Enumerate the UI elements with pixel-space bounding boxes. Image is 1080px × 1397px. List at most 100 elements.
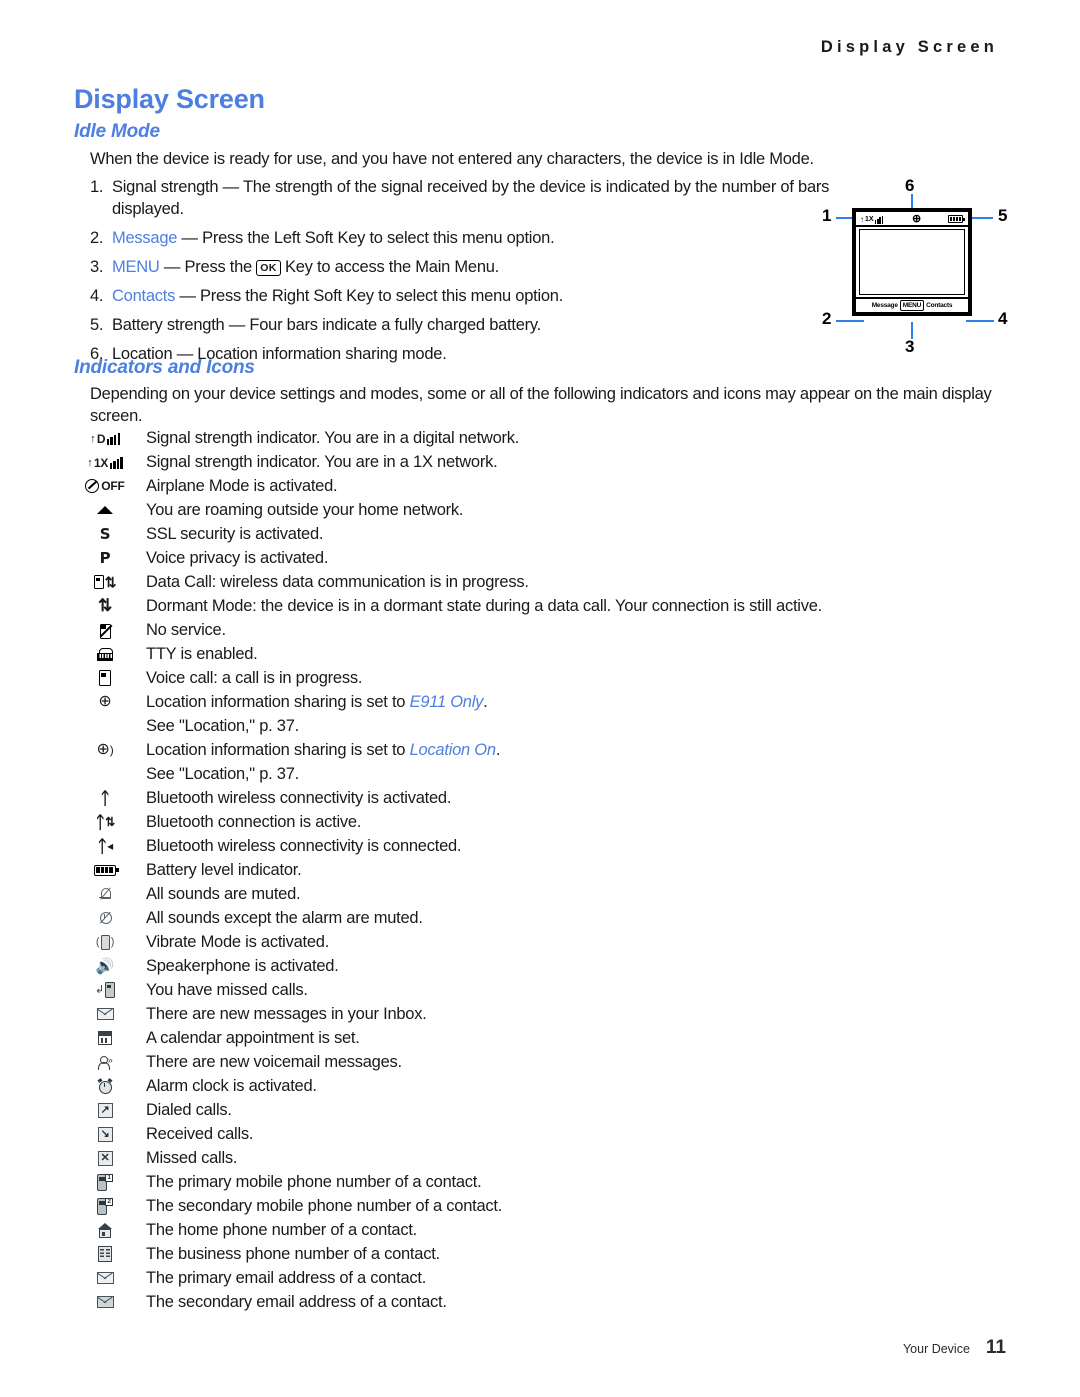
list-item-number: 2. xyxy=(90,229,104,247)
no-service-icon xyxy=(74,618,136,642)
indicator-row: All sounds except the alarm are muted. xyxy=(74,906,1014,930)
indicator-row: ↗ Dialed calls. xyxy=(74,1098,1014,1122)
indicator-text: All sounds are muted. xyxy=(146,885,301,903)
indicator-row: ᛏ ◂ Bluetooth wireless connectivity is co… xyxy=(74,834,1014,858)
ssl-security-icon: S xyxy=(74,522,136,546)
idle-screen-diagram: 1 2 3 4 5 6 ↑ 1X ⊕ Message MENU Contacts xyxy=(820,176,1040,366)
indicator-text: Voice call: a call is in progress. xyxy=(146,669,363,687)
indicator-text: SSL security is activated. xyxy=(146,525,324,543)
indicator-row: The secondary email address of a contact… xyxy=(74,1290,1014,1314)
left-soft-key-label: Message xyxy=(871,301,898,309)
location-e911-icon: ⊕ xyxy=(98,693,112,710)
indicator-row: 1 The primary mobile phone number of a c… xyxy=(74,1170,1014,1194)
roaming-icon xyxy=(74,498,136,522)
list-item-emphasis: Message xyxy=(112,229,178,247)
indicator-row: All sounds are muted. xyxy=(74,882,1014,906)
indicator-row: No service. xyxy=(74,618,1014,642)
section-heading-idle-mode: Idle Mode xyxy=(74,121,160,142)
indicator-text: The primary mobile phone number of a con… xyxy=(146,1173,482,1191)
indicator-text: Voice privacy is activated. xyxy=(146,549,329,567)
indicator-text: No service. xyxy=(146,621,226,639)
badge-number: 2 xyxy=(105,1198,113,1206)
indicator-text: You have missed calls. xyxy=(146,981,308,999)
all-muted-icon xyxy=(74,882,136,906)
indicator-text: Signal strength indicator. You are in a … xyxy=(146,453,498,471)
airplane-mode-icon: OFF xyxy=(74,474,136,498)
list-item-text: Signal strength — The strength of the si… xyxy=(112,178,830,218)
indicator-row: » There are new voicemail messages. xyxy=(74,1050,1014,1074)
dialed-calls-icon: ↗ xyxy=(74,1098,136,1122)
indicator-text: Vibrate Mode is activated. xyxy=(146,933,330,951)
list-item-number: 3. xyxy=(90,258,104,276)
indicator-text: All sounds except the alarm are muted. xyxy=(146,909,423,927)
signal-1x-icon: ↑ 1X xyxy=(74,450,136,474)
list-item-text: — Press the Right Soft Key to select thi… xyxy=(175,287,564,305)
indicator-emphasis: Location On xyxy=(409,741,496,759)
indicator-text: Bluetooth wireless connectivity is activ… xyxy=(146,789,452,807)
indicator-text: The home phone number of a contact. xyxy=(146,1221,418,1239)
indicator-row: ↲ You have missed calls. xyxy=(74,978,1014,1002)
indicator-row: ⊕ Location information sharing is set to… xyxy=(74,690,1014,738)
indicator-row: Alarm clock is activated. xyxy=(74,1074,1014,1098)
list-item: 5. Battery strength — Four bars indicate … xyxy=(90,314,830,336)
running-header: Display Screen xyxy=(820,38,998,56)
network-type-label: D xyxy=(96,432,106,446)
secondary-email-icon xyxy=(74,1290,136,1314)
indicator-text: Missed calls. xyxy=(146,1149,238,1167)
indicator-text: The primary email address of a contact. xyxy=(146,1269,427,1287)
indicator-text: Bluetooth wireless connectivity is conne… xyxy=(146,837,462,855)
callout-3: 3 xyxy=(905,337,915,356)
phone-body: ↑ 1X ⊕ Message MENU Contacts xyxy=(852,208,972,316)
list-item: 3. MENU — Press the OK Key to access the … xyxy=(90,256,830,278)
network-type-label: 1X xyxy=(865,216,874,223)
indicator-text-after: . xyxy=(495,741,501,759)
indicator-text-secondary: See "Location," p. 37. xyxy=(146,717,299,735)
indicator-emphasis: E911 Only xyxy=(409,693,484,711)
indicator-row: ↘ Received calls. xyxy=(74,1122,1014,1146)
indicator-text: TTY is enabled. xyxy=(146,645,258,663)
location-on-icon: ⊕) xyxy=(96,741,114,758)
section-heading-indicators: Indicators and Icons xyxy=(74,357,255,378)
speakerphone-icon: 🔊 xyxy=(95,957,115,975)
indicator-row: The business phone number of a contact. xyxy=(74,1242,1014,1266)
indicator-text: Location information sharing is set to xyxy=(146,741,410,759)
indicator-text: You are roaming outside your home networ… xyxy=(146,501,464,519)
indicator-row: Battery level indicator. xyxy=(74,858,1014,882)
indicator-row: 2 The secondary mobile phone number of a… xyxy=(74,1194,1014,1218)
indicator-text: A calendar appointment is set. xyxy=(146,1029,360,1047)
signal-digital-icon: ↑ D xyxy=(74,426,136,450)
callout-6: 6 xyxy=(905,176,915,195)
indicator-text: Battery level indicator. xyxy=(146,861,302,879)
indicator-row: There are new messages in your Inbox. xyxy=(74,1002,1014,1026)
voicemail-icon: » xyxy=(74,1050,136,1074)
page-title: Display Screen xyxy=(74,84,265,114)
dormant-mode-icon: ⇅ xyxy=(98,596,112,615)
document-page: Display Screen Display Screen Idle Mode … xyxy=(0,0,1080,1397)
indicator-row: OFF Airplane Mode is activated. xyxy=(74,474,1014,498)
indicator-text-after: . xyxy=(483,693,488,711)
indicator-row: ↑ 1X Signal strength indicator. You are i… xyxy=(74,450,1014,474)
tty-icon xyxy=(74,642,136,666)
ok-key-icon: OK xyxy=(256,260,281,276)
indicator-text: The business phone number of a contact. xyxy=(146,1245,440,1263)
callout-4: 4 xyxy=(998,309,1008,328)
idle-mode-numbered-list: 1. Signal strength — The strength of the … xyxy=(90,176,830,372)
indicator-row: ᛏ Bluetooth wireless connectivity is act… xyxy=(74,786,1014,810)
bluetooth-icon: ᛏ xyxy=(100,788,110,808)
page-number: 11 xyxy=(985,1337,1006,1358)
indicator-row: ⇅ Dormant Mode: the device is in a dorma… xyxy=(74,594,1014,618)
indicator-row: The primary email address of a contact. xyxy=(74,1266,1014,1290)
badge-number: 1 xyxy=(105,1174,113,1182)
indicator-text: There are new voicemail messages. xyxy=(146,1053,402,1071)
indicator-row: 🔊 Speakerphone is activated. xyxy=(74,954,1014,978)
data-call-icon: ⇅ xyxy=(74,570,136,594)
list-item-number: 1. xyxy=(90,178,104,196)
bluetooth-connected-icon: ᛏ ◂ xyxy=(97,836,113,856)
indicator-row: Voice call: a call is in progress. xyxy=(74,666,1014,690)
indicator-text: Data Call: wireless data communication i… xyxy=(146,573,529,591)
leader-line-2 xyxy=(836,320,864,323)
signal-bars-icon xyxy=(874,216,884,224)
missed-calls-icon: ↲ xyxy=(74,978,136,1002)
primary-email-icon xyxy=(74,1266,136,1290)
indicator-text: There are new messages in your Inbox. xyxy=(146,1005,427,1023)
